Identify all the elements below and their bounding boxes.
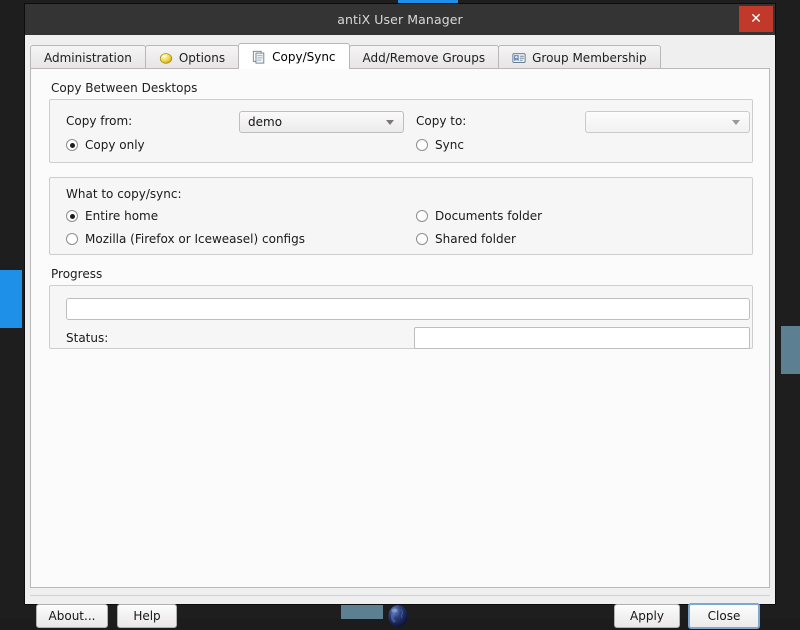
help-button[interactable]: Help <box>117 604 177 628</box>
copy-to-dropdown[interactable] <box>585 111 750 133</box>
radio-indicator <box>66 233 78 245</box>
button-label: Apply <box>630 609 664 623</box>
copy-sync-tab-page: Copy Between Desktops Copy from: demo Co… <box>30 68 770 588</box>
desktop-accent-rect-bottom <box>341 604 383 619</box>
copy-from-value: demo <box>248 115 386 129</box>
what-to-copy-group: What to copy/sync: Entire home Documents… <box>49 177 753 255</box>
radio-indicator <box>66 139 78 151</box>
tab-administration[interactable]: Administration <box>30 45 146 69</box>
group-frame: Copy from: demo Copy to: Copy only <box>49 99 753 163</box>
tab-group-membership[interactable]: Group Membership <box>498 45 661 69</box>
tab-add-remove-groups[interactable]: Add/Remove Groups <box>349 45 500 69</box>
radio-indicator <box>416 210 428 222</box>
about-button[interactable]: About... <box>36 604 108 628</box>
copy-progress-bar <box>66 298 750 320</box>
close-icon: ✕ <box>750 12 762 26</box>
copy-to-label: Copy to: <box>416 113 466 129</box>
radio-indicator <box>66 210 78 222</box>
tab-label: Copy/Sync <box>272 50 335 64</box>
radio-sync[interactable]: Sync <box>416 138 464 152</box>
desktop-accent-rect-right <box>781 326 800 374</box>
chevron-down-icon <box>386 120 394 125</box>
window-titlebar[interactable]: antiX User Manager ✕ <box>25 4 775 35</box>
copy-between-desktops-group: Copy Between Desktops Copy from: demo Co… <box>49 81 753 163</box>
desktop-accent-rect-left <box>0 270 22 328</box>
tab-copy-sync[interactable]: Copy/Sync <box>238 43 349 69</box>
radio-documents-folder[interactable]: Documents folder <box>416 209 542 223</box>
tab-label: Options <box>179 51 225 65</box>
tab-label: Administration <box>44 51 132 65</box>
radio-label: Mozilla (Firefox or Iceweasel) configs <box>85 232 305 246</box>
button-label: Help <box>133 609 160 623</box>
radio-label: Documents folder <box>435 209 542 223</box>
radio-label: Entire home <box>85 209 158 223</box>
group-title: Copy Between Desktops <box>51 81 197 95</box>
radio-mozilla-configs[interactable]: Mozilla (Firefox or Iceweasel) configs <box>66 232 305 246</box>
radio-indicator <box>416 139 428 151</box>
tab-label: Group Membership <box>532 51 647 65</box>
button-label: Close <box>708 609 741 623</box>
button-label: About... <box>49 609 96 623</box>
apply-button[interactable]: Apply <box>614 604 680 628</box>
window-title: antiX User Manager <box>337 12 463 27</box>
close-button[interactable]: Close <box>688 603 760 629</box>
radio-label: Shared folder <box>435 232 516 246</box>
contact-card-icon <box>512 51 526 65</box>
what-to-copy-heading: What to copy/sync: <box>66 186 182 202</box>
radio-copy-only[interactable]: Copy only <box>66 138 145 152</box>
window-close-button[interactable]: ✕ <box>739 6 773 32</box>
group-frame: What to copy/sync: Entire home Documents… <box>49 177 753 255</box>
radio-shared-folder[interactable]: Shared folder <box>416 232 516 246</box>
radio-indicator <box>416 233 428 245</box>
radio-entire-home[interactable]: Entire home <box>66 209 158 223</box>
tabbar-underline <box>30 68 770 69</box>
tab-options[interactable]: Options <box>145 45 239 69</box>
status-label: Status: <box>66 330 108 346</box>
status-input[interactable] <box>414 327 750 349</box>
group-frame: Status: <box>49 285 753 349</box>
window-client-area: Administration Options <box>25 35 775 604</box>
progress-group: Progress Status: <box>49 267 753 349</box>
copy-from-dropdown[interactable]: demo <box>239 111 404 133</box>
user-manager-window: antiX User Manager ✕ Administration <box>25 4 775 604</box>
antix-globe-icon <box>384 602 412 630</box>
bottom-separator <box>30 595 770 596</box>
copy-documents-icon <box>252 50 266 64</box>
tab-label: Add/Remove Groups <box>363 51 486 65</box>
chevron-down-icon <box>732 120 740 125</box>
radio-label: Sync <box>435 138 464 152</box>
copy-from-label: Copy from: <box>66 113 132 129</box>
group-title: Progress <box>51 267 102 281</box>
tabbar: Administration Options <box>30 43 770 69</box>
yellow-sphere-icon <box>159 51 173 65</box>
radio-label: Copy only <box>85 138 145 152</box>
